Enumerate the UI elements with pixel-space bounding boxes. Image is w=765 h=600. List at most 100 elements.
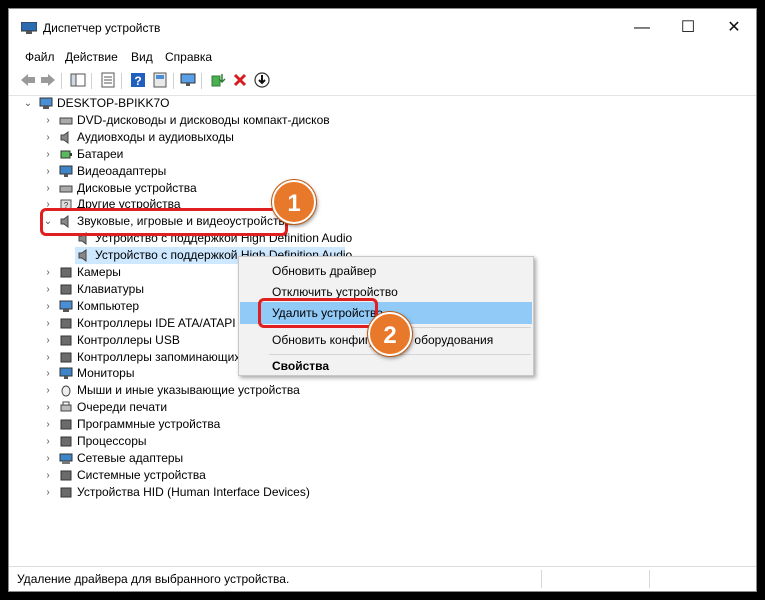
tree-category[interactable]: › Сетевые адаптеры: [9, 450, 749, 467]
tree-category[interactable]: › Аудиовходы и аудиовыходы: [9, 129, 749, 146]
tree-item-label: Процессоры: [77, 434, 147, 448]
tree-item-label: Дисковые устройства: [77, 180, 197, 195]
properties-icon[interactable]: [99, 71, 117, 89]
annotation-step-1-badge: 1: [272, 180, 316, 224]
tree-category[interactable]: › Видеоадаптеры: [9, 163, 749, 180]
menu-update-driver[interactable]: Обновить драйвер: [240, 260, 532, 282]
maximize-button[interactable]: ☐: [665, 9, 711, 47]
audio-icon: [77, 249, 91, 263]
tree-category[interactable]: › Дисковые устройства: [9, 180, 749, 197]
toolbar: ?: [9, 67, 756, 96]
status-separator: [541, 570, 542, 588]
tree-item-label: Очереди печати: [77, 400, 168, 415]
tree-item-label: Компьютер: [77, 298, 140, 313]
tree-item-label: Мыши и иные указывающие устройства: [77, 383, 300, 398]
svg-text:?: ?: [134, 74, 141, 88]
tree-category[interactable]: › Программные устройства: [9, 416, 749, 433]
chevron-down-icon[interactable]: ⌄: [23, 95, 33, 112]
chip-icon: [59, 334, 73, 347]
chip-icon: [59, 317, 73, 330]
annotation-highlight-menu-item: [258, 298, 378, 328]
tree-item-label: Контроллеры USB: [77, 332, 180, 347]
battery-icon: [59, 148, 73, 161]
mouse-icon: [59, 384, 73, 397]
chip-icon: [59, 351, 73, 364]
chevron-right-icon[interactable]: ›: [43, 315, 53, 332]
chevron-right-icon[interactable]: ›: [43, 298, 53, 315]
toolbar-separator: [173, 73, 174, 89]
chevron-right-icon[interactable]: ›: [43, 163, 53, 180]
chevron-right-icon[interactable]: ›: [43, 399, 53, 416]
chevron-right-icon[interactable]: ›: [43, 365, 53, 382]
tree-item-label: Устройства HID (Human Interface Devices): [77, 484, 310, 499]
chevron-right-icon[interactable]: ›: [43, 484, 53, 501]
tree-item-label: Батареи: [77, 146, 124, 161]
tree-item-label: Мониторы: [77, 366, 135, 381]
chevron-right-icon[interactable]: ›: [43, 281, 53, 298]
chevron-right-icon[interactable]: ›: [43, 112, 53, 129]
close-button[interactable]: ✕: [711, 9, 756, 47]
tree-item-label: Программные устройства: [77, 417, 221, 432]
chevron-right-icon[interactable]: ›: [43, 264, 53, 281]
tree-category[interactable]: › Мыши и иные указывающие устройства: [9, 382, 749, 399]
chevron-right-icon[interactable]: ›: [43, 146, 53, 163]
tree-item-label: Сетевые адаптеры: [77, 450, 184, 465]
toolbar-separator: [121, 73, 122, 89]
tree-category[interactable]: › DVD-дисководы и дисководы компакт-диско…: [9, 112, 749, 129]
chevron-right-icon[interactable]: ›: [43, 382, 53, 399]
tree-item-label: DESKTOP-BPIKK7O: [57, 96, 170, 110]
chevron-right-icon[interactable]: ›: [43, 433, 53, 450]
toolbar-separator: [201, 73, 202, 89]
tree-item-label: Системные устройства: [77, 467, 206, 482]
status-text: Удаление драйвера для выбранного устройс…: [17, 572, 290, 586]
tree-root[interactable]: ⌄ DESKTOP-BPIKK7O: [9, 95, 749, 112]
menu-help[interactable]: Справка: [165, 50, 212, 64]
menu-properties[interactable]: Свойства: [240, 355, 532, 377]
tree-category[interactable]: › Процессоры: [9, 433, 749, 450]
device-icon[interactable]: [151, 71, 169, 89]
minimize-button[interactable]: —: [619, 9, 665, 47]
annotation-highlight-category: [40, 208, 288, 236]
chevron-right-icon[interactable]: ›: [43, 467, 53, 484]
tree-item-label: Контроллеры IDE ATA/ATAPI: [77, 315, 236, 330]
audio-icon: [59, 130, 73, 144]
toolbar-separator: [91, 73, 92, 89]
chip-icon: [59, 266, 73, 279]
tree-category[interactable]: › Устройства HID (Human Interface Devices…: [9, 484, 749, 501]
menu-item-label: Свойства: [272, 359, 330, 373]
title-bar: Диспетчер устройств — ☐ ✕: [9, 9, 756, 47]
chevron-right-icon[interactable]: ›: [43, 129, 53, 146]
chevron-right-icon[interactable]: ›: [43, 450, 53, 467]
update-driver-icon[interactable]: [209, 71, 227, 89]
chip-icon: [59, 283, 73, 296]
menu-bar: Файл Действие Вид Справка: [9, 47, 756, 67]
computer-icon: [39, 97, 53, 110]
monitor-icon[interactable]: [179, 71, 197, 89]
menu-action[interactable]: Действие: [65, 50, 118, 64]
remove-device-icon[interactable]: [231, 71, 249, 89]
status-bar: Удаление драйвера для выбранного устройс…: [9, 566, 756, 591]
tree-category[interactable]: › Очереди печати: [9, 399, 749, 416]
menu-item-label: Обновить драйвер: [272, 264, 377, 278]
chevron-right-icon[interactable]: ›: [43, 332, 53, 349]
chevron-right-icon[interactable]: ›: [43, 349, 53, 366]
forward-icon[interactable]: [39, 71, 57, 89]
tree-category[interactable]: › Системные устройства: [9, 467, 749, 484]
tree-item-label: Камеры: [77, 265, 121, 279]
annotation-step-2-badge: 2: [368, 312, 412, 356]
menu-view[interactable]: Вид: [131, 50, 153, 64]
chip-icon: [59, 435, 73, 448]
menu-file[interactable]: Файл: [25, 50, 55, 64]
help-icon[interactable]: ?: [129, 71, 147, 89]
show-hide-tree-icon[interactable]: [69, 71, 87, 89]
chip-icon: [59, 486, 73, 499]
printer-icon: [59, 401, 73, 414]
chevron-right-icon[interactable]: ›: [43, 416, 53, 433]
disk-icon: [59, 114, 73, 127]
tree-category[interactable]: › Батареи: [9, 146, 749, 163]
download-icon[interactable]: [253, 71, 271, 89]
window-title: Диспетчер устройств: [43, 21, 161, 35]
back-icon[interactable]: [19, 71, 37, 89]
chevron-right-icon[interactable]: ›: [43, 180, 53, 197]
computer-icon: [59, 300, 73, 313]
